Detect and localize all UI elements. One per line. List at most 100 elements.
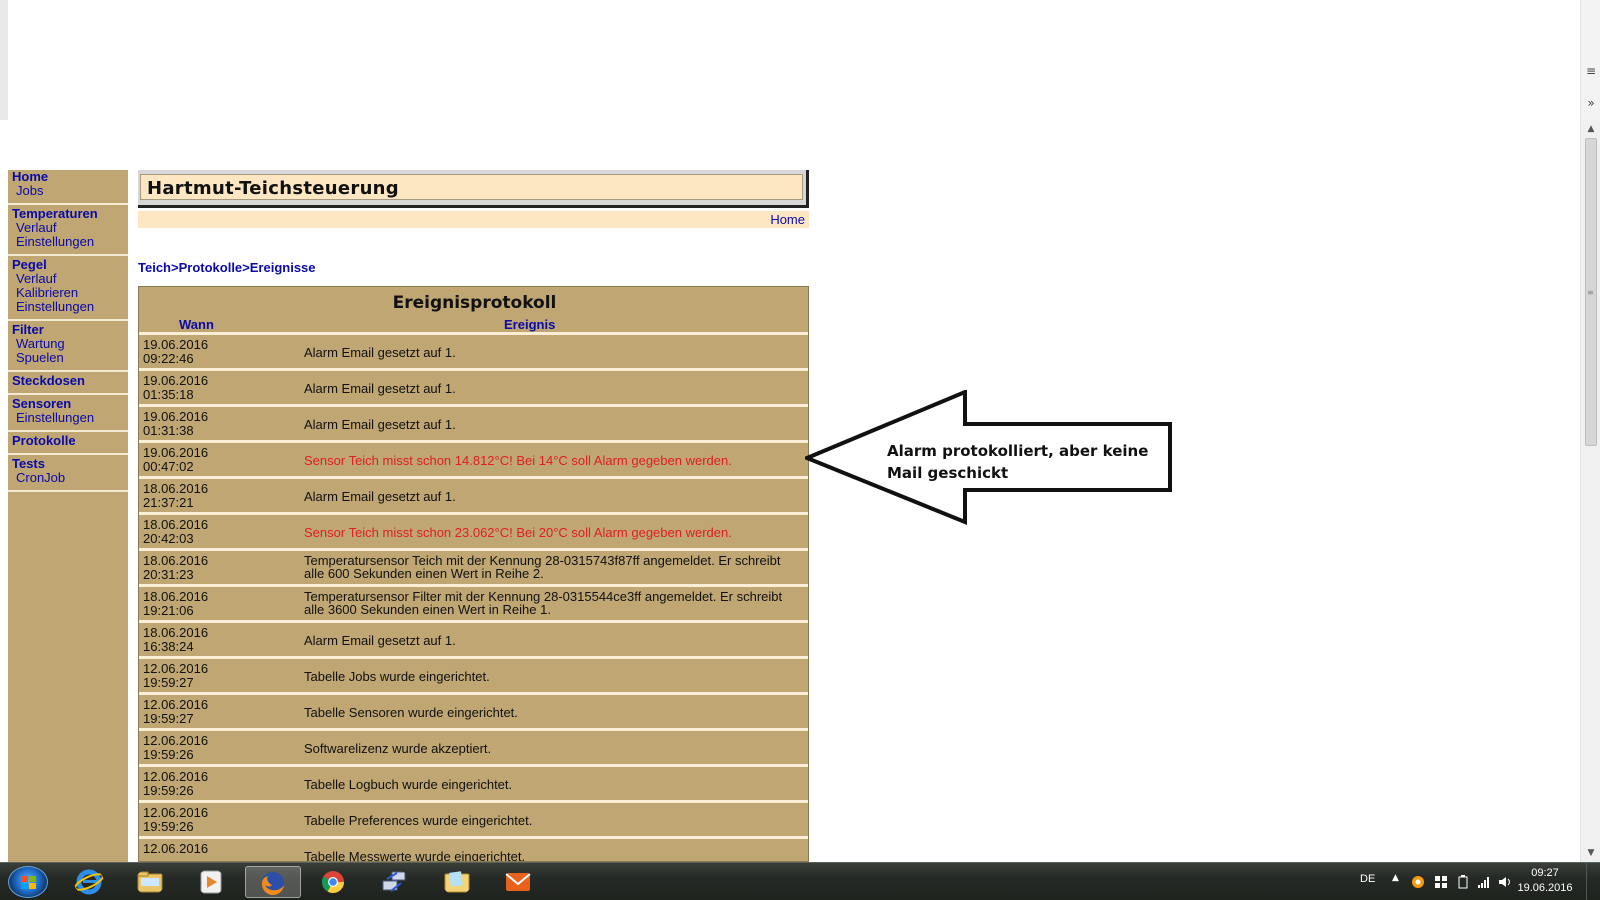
- row-time: 00:47:02: [143, 459, 194, 474]
- column-header-event[interactable]: Ereignis: [504, 317, 555, 332]
- nav-sub-link[interactable]: Jobs: [8, 184, 128, 198]
- row-message: Alarm Email gesetzt auf 1.: [304, 381, 456, 396]
- nav-sub-link[interactable]: Verlauf: [8, 221, 128, 235]
- table-row: 12.06.2016 19:59:26 Tabelle Logbuch wurde …: [139, 764, 808, 800]
- row-time: 01:31:38: [143, 423, 194, 438]
- breadcrumb-item[interactable]: Teich: [138, 260, 171, 275]
- taskbar-network-tool[interactable]: [367, 866, 423, 898]
- table-row: 12.06.2016 19:59:27 Tabelle Jobs wurde ein…: [139, 656, 808, 692]
- breadcrumb-item[interactable]: Ereignisse: [250, 260, 316, 275]
- taskbar-chrome[interactable]: [306, 866, 362, 898]
- nav-sub-link[interactable]: Einstellungen: [8, 300, 128, 314]
- table-row: 19.06.2016 01:31:38 Alarm Email gesetzt au…: [139, 404, 808, 440]
- row-message: Tabelle Preferences wurde eingerichtet.: [304, 813, 533, 828]
- taskbar-file-explorer[interactable]: [123, 866, 179, 898]
- nav-heading-link[interactable]: Pegel: [8, 258, 128, 272]
- nav-group: Steckdosen: [8, 374, 128, 395]
- row-message: Tabelle Sensoren wurde eingerichtet.: [304, 705, 518, 720]
- breadcrumb-item[interactable]: Protokolle: [179, 260, 243, 275]
- nav-heading-link[interactable]: Filter: [8, 323, 128, 337]
- nav-heading-link[interactable]: Protokolle: [8, 434, 128, 448]
- show-desktop-button[interactable]: [1586, 863, 1600, 900]
- taskbar-firefox[interactable]: [245, 866, 301, 898]
- start-button[interactable]: [8, 866, 48, 898]
- nav-heading-link[interactable]: Temperaturen: [8, 207, 128, 221]
- clock-time: 09:27: [1531, 867, 1559, 879]
- row-time: 20:42:03: [143, 531, 194, 546]
- row-date: 18.06.2016: [143, 481, 209, 496]
- nav-sub-link[interactable]: CronJob: [8, 471, 128, 485]
- power-icon[interactable]: [1456, 875, 1470, 889]
- row-message: Alarm Email gesetzt auf 1.: [304, 633, 456, 648]
- menu-icon[interactable]: ≡: [1581, 64, 1600, 78]
- media-player-icon: [200, 870, 222, 894]
- scroll-down-arrow-icon[interactable]: ▼: [1581, 844, 1600, 862]
- home-link[interactable]: Home: [770, 212, 805, 227]
- row-message: Tabelle Messwerte wurde eingerichtet.: [304, 849, 526, 862]
- taskbar-mail-app[interactable]: [491, 866, 547, 898]
- nav-group: Temperaturen Verlauf Einstellungen: [8, 207, 128, 256]
- overflow-chevron-icon[interactable]: »: [1581, 96, 1600, 110]
- row-time: 01:35:18: [143, 387, 194, 402]
- table-row: 12.06.2016 Tabelle Messwerte wurde einger…: [139, 836, 808, 862]
- nav-heading-link[interactable]: Home: [8, 170, 128, 184]
- row-date: 12.06.2016: [143, 805, 209, 820]
- table-row: 19.06.2016 01:35:18 Alarm Email gesetzt au…: [139, 368, 808, 404]
- event-log-table: Ereignisprotokoll Wann Ereignis 19.06.20…: [138, 286, 809, 862]
- browser-toolbar-edge: ≡ »: [1580, 0, 1600, 120]
- sidebar-nav: Home Jobs Temperaturen Verlauf Einstellungen…: [8, 170, 128, 862]
- language-indicator[interactable]: DE: [1360, 873, 1375, 885]
- column-header-when[interactable]: Wann: [179, 317, 214, 332]
- row-message: Tabelle Jobs wurde eingerichtet.: [304, 669, 490, 684]
- nav-group: Sensoren Einstellungen: [8, 397, 128, 432]
- table-row: 19.06.2016 09:22:46 Alarm Email gesetzt au…: [139, 332, 808, 368]
- nav-heading-link[interactable]: Sensoren: [8, 397, 128, 411]
- system-clock[interactable]: 09:27 19.06.2016: [1514, 866, 1576, 896]
- row-time: 19:59:27: [143, 711, 194, 726]
- volume-icon[interactable]: [1498, 875, 1512, 889]
- nav-heading-link[interactable]: Tests: [8, 457, 128, 471]
- row-date: 12.06.2016: [143, 697, 209, 712]
- annotation-text: Alarm protokolliert, aber keine Mail ges…: [887, 442, 1149, 482]
- nav-sub-link[interactable]: Einstellungen: [8, 235, 128, 249]
- network-signal-icon[interactable]: [1477, 875, 1491, 889]
- row-date: 19.06.2016: [143, 337, 209, 352]
- row-time: 19:59:26: [143, 819, 194, 834]
- row-date: 19.06.2016: [143, 373, 209, 388]
- tray-expand-icon[interactable]: ▲: [1392, 873, 1399, 883]
- row-date: 18.06.2016: [143, 517, 209, 532]
- table-row: 18.06.2016 21:37:21 Alarm Email gesetzt au…: [139, 476, 808, 512]
- row-time: 16:38:24: [143, 639, 194, 654]
- row-time: 20:31:23: [143, 567, 194, 582]
- taskbar-media-player[interactable]: [184, 866, 240, 898]
- nav-group: Home Jobs: [8, 170, 128, 205]
- taskbar-folder-app[interactable]: [430, 866, 486, 898]
- row-message: Softwarelizenz wurde akzeptiert.: [304, 741, 492, 756]
- nav-sub-link[interactable]: Verlauf: [8, 272, 128, 286]
- network-computer-icon: [382, 871, 406, 892]
- system-tray: DE ▲ 09:27 19.06.2016: [1310, 863, 1600, 900]
- row-message: Tabelle Logbuch wurde eingerichtet.: [304, 777, 513, 792]
- row-message: Alarm Email gesetzt auf 1.: [304, 489, 456, 504]
- nav-sub-link[interactable]: Spuelen: [8, 351, 128, 365]
- taskbar-internet-explorer[interactable]: [62, 866, 118, 898]
- nav-sub-link[interactable]: Wartung: [8, 337, 128, 351]
- table-row: 12.06.2016 19:59:27 Tabelle Sensoren wurde…: [139, 692, 808, 728]
- table-row: 18.06.2016 16:38:24 Alarm Email gesetzt au…: [139, 620, 808, 656]
- nav-sub-link[interactable]: Kalibrieren: [8, 286, 128, 300]
- row-time: 19:59:26: [143, 783, 194, 798]
- window-edge: [0, 0, 8, 120]
- header-title-box: Hartmut-Teichsteuerung: [140, 174, 803, 200]
- row-time: 19:59:26: [143, 747, 194, 762]
- row-date: 12.06.2016: [143, 733, 209, 748]
- documents-folder-icon: [444, 871, 470, 893]
- nav-heading-link[interactable]: Steckdosen: [8, 374, 128, 388]
- nav-sub-link[interactable]: Einstellungen: [8, 411, 128, 425]
- windows-flag-icon[interactable]: [1434, 875, 1448, 889]
- page-scrollbar[interactable]: ▲ ≡ ▼: [1580, 120, 1600, 862]
- row-date: 18.06.2016: [143, 553, 209, 568]
- row-alert-message: Sensor Teich misst schon 14.812°C! Bei 1…: [304, 453, 732, 468]
- tray-app-icon[interactable]: [1411, 875, 1425, 889]
- nav-group: Pegel Verlauf Kalibrieren Einstellungen: [8, 258, 128, 321]
- scroll-up-arrow-icon[interactable]: ▲: [1581, 120, 1600, 138]
